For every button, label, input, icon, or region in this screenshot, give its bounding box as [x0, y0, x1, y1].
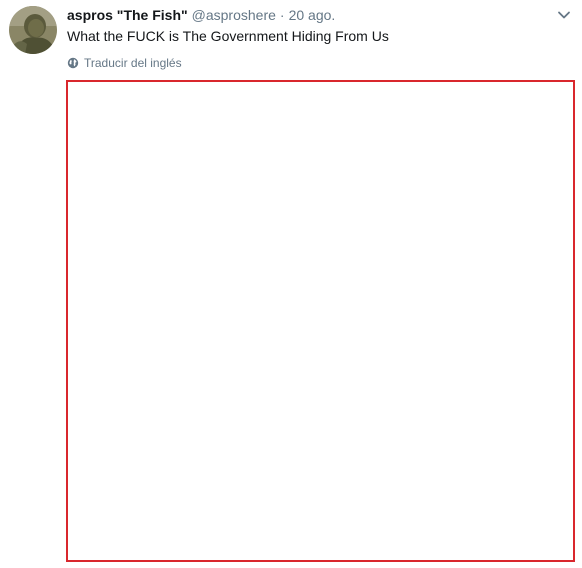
username[interactable]: @asproshere: [192, 6, 276, 24]
tweet-text: What the FUCK is The Government Hiding F…: [67, 28, 389, 44]
timestamp[interactable]: 20 ago.: [289, 6, 336, 24]
display-name[interactable]: aspros "The Fish": [67, 6, 188, 24]
media-container[interactable]: [66, 80, 575, 562]
translate-button[interactable]: Traducir del inglés: [67, 55, 182, 71]
user-avatar-icon: [9, 6, 57, 54]
chevron-down-icon: [558, 11, 570, 19]
globe-icon: [67, 57, 79, 69]
separator: ·: [279, 7, 285, 23]
tweet-header: aspros "The Fish" @asproshere · 20 ago.: [67, 6, 335, 24]
tweet: aspros "The Fish" @asproshere · 20 ago. …: [0, 0, 582, 568]
more-options-button[interactable]: [556, 7, 572, 23]
translate-label: Traducir del inglés: [84, 56, 182, 70]
avatar[interactable]: [9, 6, 57, 54]
